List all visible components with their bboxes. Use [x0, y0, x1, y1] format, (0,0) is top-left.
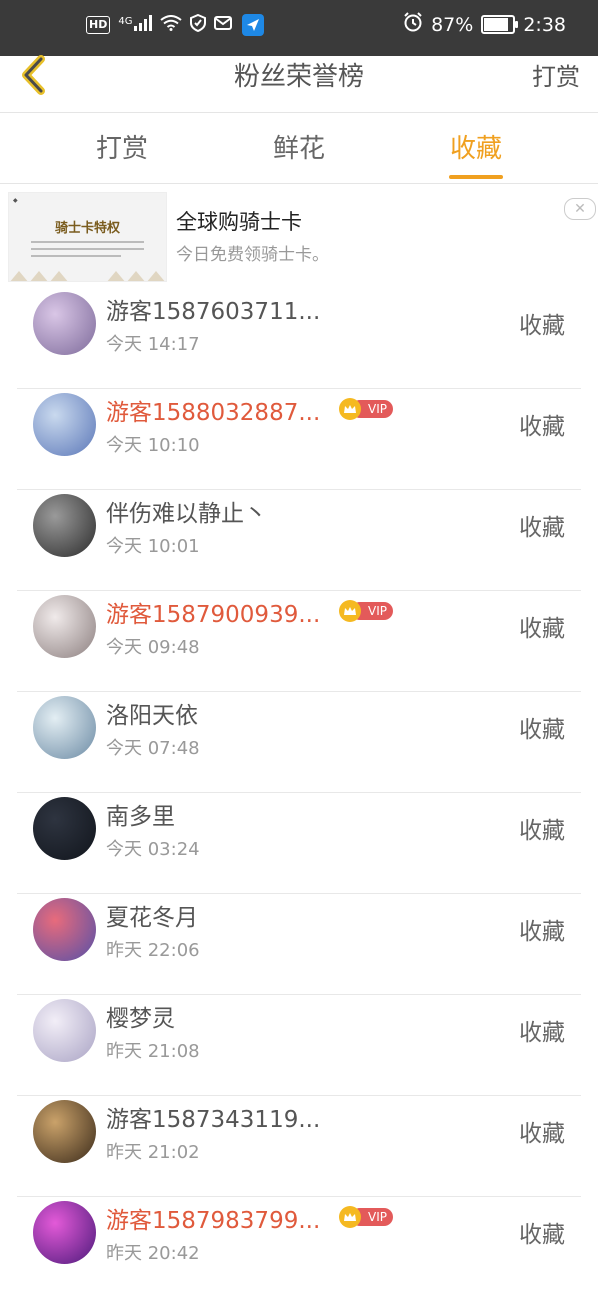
- crown-icon: [339, 600, 361, 622]
- user-name: 洛阳天依: [106, 703, 198, 729]
- list-item[interactable]: 南多里今天 03:24 收藏: [17, 793, 581, 894]
- tab-label: 打赏: [95, 134, 148, 164]
- tab-active-indicator: [449, 175, 503, 179]
- favorite-label: 收藏: [519, 717, 565, 743]
- ad-thumb-text-lines: [31, 241, 144, 262]
- ad-title: 全球购骑士卡: [176, 210, 302, 234]
- network-label: 4G: [118, 15, 133, 27]
- user-name: 游客1587983799...: [106, 1208, 321, 1234]
- user-name: 游客1588032887...: [106, 400, 321, 426]
- ad-close-button[interactable]: ✕: [564, 198, 596, 220]
- vip-badge: VIP: [339, 398, 393, 420]
- user-name: 游客1587603711...: [106, 299, 321, 325]
- timestamp: 今天 03:24: [106, 839, 200, 860]
- favorite-label: 收藏: [519, 313, 565, 339]
- timestamp: 今天 10:01: [106, 536, 200, 557]
- ad-thumb-title: 骑士卡特权: [54, 221, 120, 236]
- app-icon: [242, 14, 265, 36]
- timestamp: 今天 10:10: [106, 435, 200, 456]
- list-item[interactable]: 游客1588032887... VIP 今天 10:10 收藏: [17, 389, 581, 490]
- timestamp: 昨天 21:08: [106, 1041, 200, 1062]
- favorite-label: 收藏: [519, 818, 565, 844]
- ad-thumb-deco: [29, 271, 49, 281]
- crown-icon: [339, 398, 361, 420]
- favorite-label: 收藏: [519, 616, 565, 642]
- user-name: 南多里: [106, 804, 175, 830]
- user-name: 游客1587900939...: [106, 602, 321, 628]
- favorite-label: 收藏: [519, 919, 565, 945]
- fan-list: 游客1587603711... 今天 14:17 收藏 游客1588032887...…: [0, 288, 598, 1297]
- tab-label: 收藏: [449, 134, 502, 164]
- status-right: 87% 2:38: [403, 12, 566, 37]
- timestamp: 今天 07:48: [106, 738, 200, 759]
- avatar[interactable]: [33, 797, 96, 860]
- favorite-label: 收藏: [519, 1222, 565, 1248]
- page-title: 粉丝荣誉榜: [233, 62, 364, 92]
- user-name: 樱梦灵: [106, 1006, 175, 1032]
- vip-badge: VIP: [339, 1206, 393, 1228]
- list-item[interactable]: 夏花冬月昨天 22:06 收藏: [17, 894, 581, 995]
- timestamp: 昨天 21:02: [106, 1142, 200, 1163]
- ad-banner[interactable]: ◆ 骑士卡特权 全球购骑士卡 今日免费领骑士卡。 ✕: [0, 184, 598, 288]
- timestamp: 今天 09:48: [106, 637, 200, 658]
- tab-bar: 打赏 鲜花 收藏: [0, 113, 598, 184]
- app-header: 粉丝荣誉榜 打赏: [0, 55, 598, 113]
- list-item[interactable]: 洛阳天依今天 07:48 收藏: [17, 692, 581, 793]
- timestamp: 今天 14:17: [106, 334, 200, 355]
- tab-reward[interactable]: 打赏: [32, 113, 212, 183]
- avatar[interactable]: [33, 292, 96, 355]
- battery-percent: 87%: [431, 13, 474, 36]
- battery-fill: [484, 18, 509, 31]
- header-reward-button[interactable]: 打赏: [532, 56, 580, 98]
- ad-thumb-deco: [106, 271, 126, 281]
- battery-icon: [481, 15, 519, 34]
- tab-favorites[interactable]: 收藏: [386, 113, 566, 183]
- ad-thumb-deco: [146, 271, 166, 281]
- signal-icon: [134, 15, 153, 35]
- favorite-label: 收藏: [519, 1020, 565, 1046]
- alarm-icon: [403, 12, 423, 37]
- avatar[interactable]: [33, 595, 96, 658]
- clock: 2:38: [523, 13, 566, 36]
- favorite-label: 收藏: [519, 515, 565, 541]
- favorite-label: 收藏: [519, 1121, 565, 1147]
- ad-thumb-deco: [9, 271, 29, 281]
- list-item[interactable]: 伴伤难以静止丶今天 10:01 收藏: [17, 490, 581, 591]
- ad-thumbnail: ◆ 骑士卡特权: [8, 192, 167, 282]
- tab-flowers[interactable]: 鲜花: [209, 113, 389, 183]
- user-name: 夏花冬月: [106, 905, 198, 931]
- wifi-icon: [160, 15, 183, 35]
- avatar[interactable]: [33, 898, 96, 961]
- list-item[interactable]: 游客1587603711... 今天 14:17 收藏: [17, 288, 581, 389]
- hd-badge: HD: [86, 16, 111, 34]
- list-item[interactable]: 游客1587900939... VIP 今天 09:48 收藏: [17, 591, 581, 692]
- avatar[interactable]: [33, 1201, 96, 1264]
- mail-check-icon: [214, 15, 234, 35]
- favorite-label: 收藏: [519, 414, 565, 440]
- timestamp: 昨天 20:42: [106, 1243, 200, 1264]
- vpn-icon: [190, 13, 207, 36]
- avatar[interactable]: [33, 999, 96, 1062]
- close-icon: ✕: [574, 201, 586, 217]
- list-item[interactable]: 游客1587343119... 昨天 21:02 收藏: [17, 1096, 581, 1197]
- tab-label: 鲜花: [272, 134, 325, 164]
- avatar[interactable]: [33, 494, 96, 557]
- user-name: 伴伤难以静止丶: [106, 501, 267, 527]
- ad-thumb-deco: [126, 271, 146, 281]
- timestamp: 昨天 22:06: [106, 940, 200, 961]
- avatar[interactable]: [33, 393, 96, 456]
- status-left: HD 4G: [86, 13, 265, 36]
- crown-icon: [339, 1206, 361, 1228]
- status-bar: HD 4G 87% 2:38: [0, 0, 598, 56]
- vip-badge: VIP: [339, 600, 393, 622]
- ad-subtitle: 今日免费领骑士卡。: [176, 245, 329, 265]
- avatar[interactable]: [33, 696, 96, 759]
- ad-thumb-deco: [49, 271, 69, 281]
- ad-thumb-logo: ◆: [13, 197, 18, 204]
- user-name: 游客1587343119...: [106, 1107, 321, 1133]
- avatar[interactable]: [33, 1100, 96, 1163]
- list-item[interactable]: 游客1587983799... VIP 昨天 20:42 收藏: [17, 1197, 581, 1297]
- list-item[interactable]: 樱梦灵昨天 21:08 收藏: [17, 995, 581, 1096]
